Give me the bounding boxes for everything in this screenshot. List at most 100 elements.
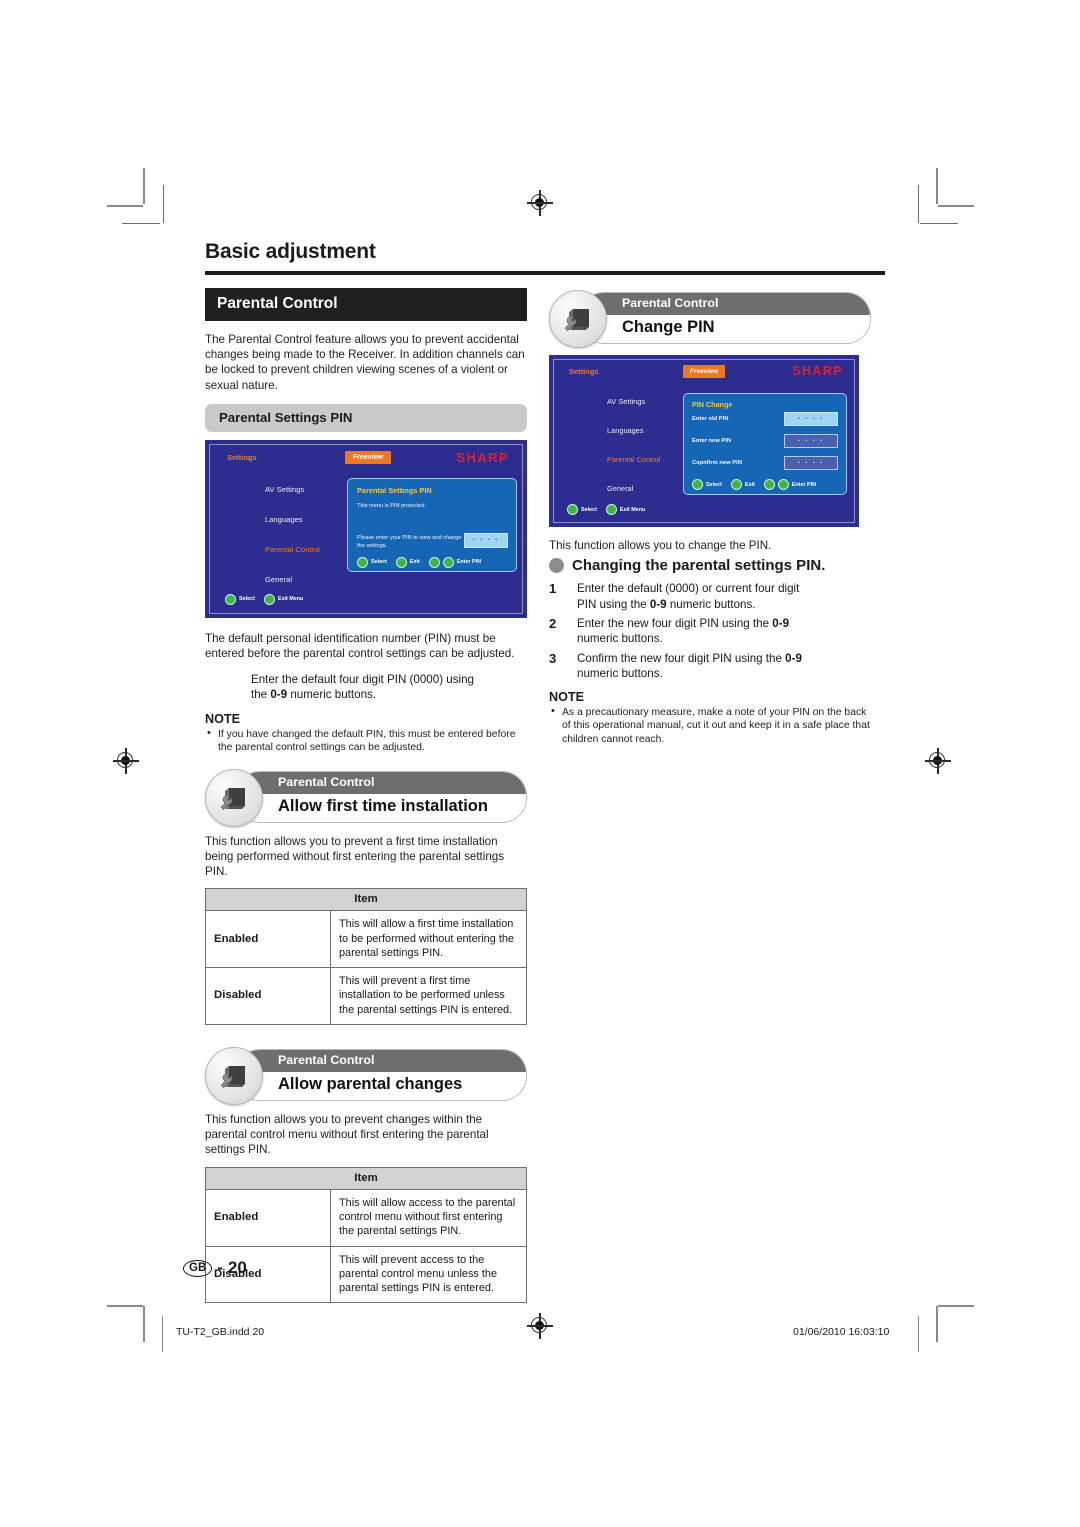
badge-title: Allow parental changes <box>236 1072 526 1101</box>
crop-mark-tr-h2 <box>920 223 958 224</box>
tv-key-enter-pin[interactable]: Enter PIN <box>428 556 481 568</box>
tv-footer-key-select[interactable]: Select <box>567 504 597 515</box>
tv-key-select[interactable]: Select <box>357 556 387 568</box>
key-circle-icon <box>763 479 775 490</box>
tv-pin-input[interactable]: • • • • <box>464 532 508 548</box>
step-item: 2 Enter the new four digit PIN using the… <box>549 616 871 647</box>
badge-title: Allow first time installation <box>236 793 526 822</box>
crop-mark-tl-h <box>107 205 143 207</box>
badge-eyebrow: Parental Control <box>236 1050 526 1073</box>
settings-tool-icon <box>205 1047 263 1106</box>
note-heading-right: NOTE <box>549 689 584 704</box>
right-column: Parental Control Change PIN Settings Fre <box>549 288 871 1303</box>
tv-key-enter-pin[interactable]: Enter PIN <box>763 479 816 490</box>
tv-panel-keybar: Select Exit Enter PIN <box>692 479 825 490</box>
tv-field-input-new-pin[interactable]: • • • • <box>784 434 838 448</box>
tv-key-exit[interactable]: Exit <box>395 556 420 568</box>
table-cell-value: This will prevent access to the parental… <box>330 1245 527 1304</box>
changing-pin-heading-text: Changing the parental settings PIN. <box>572 557 826 575</box>
tv-panel-protected-text: This menu is PIN protected. <box>357 502 427 509</box>
table-cell-value: This will allow access to the parental c… <box>330 1188 527 1247</box>
tv-footer-keybar: Select Exit Menu <box>567 504 654 515</box>
footer-rule-left <box>162 1316 163 1352</box>
table-allow-first-time-installation: Item Enabled This will allow a first tim… <box>205 888 527 1026</box>
table-cell-key: Enabled <box>205 1188 331 1247</box>
tv-menu-item-languages[interactable]: Languages <box>607 426 660 435</box>
crop-mark-tr-v2 <box>918 185 919 223</box>
default-pin-step-line2-pre: the <box>251 688 271 702</box>
tv-menu-list: AV Settings Languages Parental Control G… <box>607 397 660 493</box>
tv-key-select[interactable]: Select <box>692 479 722 490</box>
registration-mark-top <box>527 190 553 216</box>
crop-mark-br-v <box>936 1306 938 1342</box>
tv-field-label-confirm-pin: Copnfirm new PIN <box>692 460 742 466</box>
default-pin-step-keys: 0-9 <box>270 688 288 702</box>
tv-menu-item-parental-control[interactable]: Parental Control <box>265 545 320 554</box>
tv-screenshot-parental-settings-pin: Settings Freeview SHARP AV Settings Lang… <box>205 439 527 618</box>
table-row: Enabled This will allow access to the pa… <box>205 1188 527 1247</box>
crop-mark-tl-h2 <box>122 223 160 224</box>
note-list-right: As a precautionary measure, make a note … <box>549 705 871 747</box>
tv-footer-key-select[interactable]: Select <box>225 593 255 605</box>
section-header-parental-control: Parental Control <box>205 288 527 321</box>
bullet-dot-icon <box>549 558 564 574</box>
tv-menu-item-parental-control[interactable]: Parental Control <box>607 455 660 464</box>
registration-mark-left <box>113 748 139 774</box>
key-circle-icon <box>263 593 275 605</box>
tv-panel-keybar: Select Exit Enter PIN <box>357 556 490 568</box>
step-line2: numeric buttons. <box>577 632 663 646</box>
table-allow-parental-changes: Item Enabled This will allow access to t… <box>205 1166 527 1304</box>
default-pin-step-line2-post: numeric buttons. <box>287 688 377 702</box>
step-item: 1 Enter the default (0000) or current fo… <box>549 581 871 612</box>
key-circle-icon <box>442 556 454 568</box>
step-line1-pre: Enter the new four digit PIN using the <box>577 617 773 631</box>
tv-menu-item-av-settings[interactable]: AV Settings <box>265 485 320 494</box>
tv-menu-item-av-settings[interactable]: AV Settings <box>607 397 660 406</box>
tv-footer-key-exit-menu[interactable]: Exit Menu <box>605 504 645 515</box>
tv-menu-item-general[interactable]: General <box>607 484 660 493</box>
tv-key-exit[interactable]: Exit <box>730 479 755 490</box>
step-keys: 0-9 <box>772 617 790 631</box>
tv-menu-item-general[interactable]: General <box>265 575 320 584</box>
changing-pin-heading: Changing the parental settings PIN. <box>549 557 871 574</box>
tv-footer-key-exit-menu[interactable]: Exit Menu <box>263 593 303 605</box>
tv-field-input-old-pin[interactable]: • • • • <box>784 412 838 426</box>
footer-timestamp: 01/06/2010 16:03:10 <box>793 1326 890 1338</box>
tv-field-input-confirm-pin[interactable]: • • • • <box>784 456 838 470</box>
table-cell-value: This will prevent a first time installat… <box>330 967 527 1026</box>
tv-panel-parental-settings-pin: Parental Settings PIN This menu is PIN p… <box>347 477 517 572</box>
tv-field-label-new-pin: Enter new PIN <box>692 438 731 444</box>
registration-mark-bottom <box>527 1313 553 1339</box>
key-circle-icon <box>605 504 617 515</box>
tv-menu-item-languages[interactable]: Languages <box>265 515 320 524</box>
badge-change-pin: Parental Control Change PIN <box>549 290 871 348</box>
badge-allow-first-time-installation: Parental Control Allow first time instal… <box>205 768 527 827</box>
step-item: 3 Confirm the new four digit PIN using t… <box>549 651 871 682</box>
change-pin-intro: This function allows you to change the P… <box>549 539 772 552</box>
tv-settings-label: Settings <box>227 452 257 462</box>
step-number: 1 <box>549 581 557 597</box>
page-title: Basic adjustment <box>205 240 376 263</box>
table-header-item: Item <box>205 888 527 912</box>
crop-mark-tr-v <box>936 168 938 204</box>
registration-mark-right <box>925 748 951 774</box>
settings-tool-icon <box>205 768 263 827</box>
step-line2-pre: PIN using the <box>577 597 650 611</box>
freeview-logo: Freeview <box>683 365 725 378</box>
badge-allow-parental-changes: Parental Control Allow parental changes <box>205 1047 527 1106</box>
badge-eyebrow: Parental Control <box>580 293 870 315</box>
table-header-item: Item <box>205 1166 527 1190</box>
tv-settings-label: Settings <box>569 367 599 376</box>
crop-mark-bl-h <box>107 1305 143 1307</box>
step-line2: numeric buttons. <box>577 667 663 681</box>
table-row: Disabled This will prevent a first time … <box>205 967 527 1026</box>
title-divider <box>205 271 885 275</box>
step-keys: 0-9 <box>785 651 802 665</box>
tv-footer-keybar: Select Exit Menu <box>225 593 312 605</box>
freeview-logo: Freeview <box>345 450 391 464</box>
key-circle-icon <box>395 556 407 568</box>
step-text: Enter the default (0000) or current four… <box>577 581 799 612</box>
table-row: Disabled This will prevent access to the… <box>205 1245 527 1304</box>
crop-mark-bl-v <box>143 1306 145 1342</box>
step-number: 3 <box>549 650 557 666</box>
